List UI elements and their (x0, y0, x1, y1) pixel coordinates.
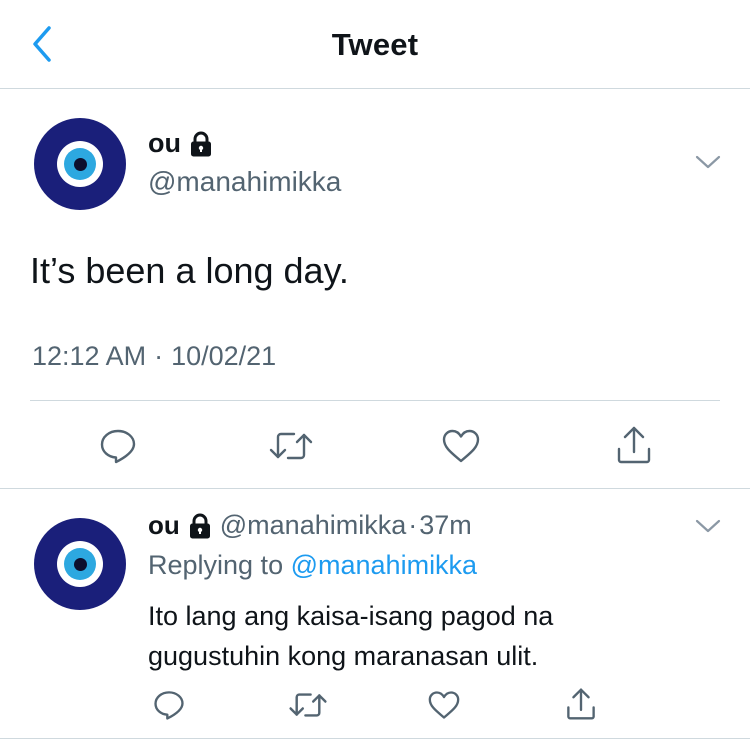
reply-like-button[interactable] (424, 686, 464, 724)
reply-age[interactable]: 37m (419, 510, 472, 541)
reply-meta-separator: · (408, 510, 418, 540)
lock-icon (191, 131, 211, 156)
replying-to-label: Replying to (148, 550, 284, 580)
heart-icon (428, 691, 460, 719)
reply-text: Ito lang ang kaisa-isang pagod na gugust… (148, 601, 554, 671)
comment-icon (100, 429, 136, 464)
reply-more-options-button[interactable] (694, 516, 722, 536)
heart-icon (442, 429, 480, 463)
tweet-date: 10/02/21 (171, 341, 277, 371)
share-button[interactable] (612, 422, 656, 468)
replying-to-mention[interactable]: @manahimikka (291, 550, 477, 580)
reply-retweet-button[interactable] (286, 686, 330, 724)
avatar[interactable] (34, 118, 126, 210)
author-name-text: ou (148, 128, 181, 158)
retweet-icon (269, 432, 313, 460)
bottom-divider (0, 738, 750, 739)
back-button[interactable] (22, 20, 62, 68)
chevron-down-icon (695, 155, 721, 169)
tweet-text: It’s been a long day. (30, 250, 349, 291)
chevron-left-icon (33, 26, 51, 62)
reply-author-handle[interactable]: @manahimikka (220, 510, 406, 541)
section-divider (0, 488, 750, 489)
divider (30, 400, 720, 401)
replying-to: Replying to @manahimikka (148, 550, 477, 581)
tweet-time: 12:12 AM (32, 341, 147, 371)
share-icon (617, 426, 651, 464)
reply-share-button[interactable] (562, 684, 600, 724)
reply-author-name[interactable]: ou (148, 510, 180, 541)
reply-header: ou @manahimikka · 37m (148, 510, 472, 541)
share-icon (567, 688, 595, 720)
reply-reply-button[interactable] (150, 686, 188, 724)
author-handle[interactable]: @manahimikka (148, 166, 341, 198)
reply-button[interactable] (96, 424, 140, 468)
more-options-button[interactable] (694, 152, 722, 172)
tweet-timestamp[interactable]: 12:12 AM · 10/02/21 (32, 341, 276, 372)
retweet-button[interactable] (266, 424, 316, 468)
page-title: Tweet (331, 27, 419, 62)
lock-icon (189, 513, 210, 538)
timestamp-separator: · (154, 341, 164, 371)
comment-icon (154, 691, 184, 720)
chevron-down-icon (695, 519, 721, 533)
like-button[interactable] (438, 424, 484, 468)
retweet-icon (289, 693, 327, 717)
author-name[interactable]: ou (148, 128, 213, 159)
reply-avatar[interactable] (34, 518, 126, 610)
